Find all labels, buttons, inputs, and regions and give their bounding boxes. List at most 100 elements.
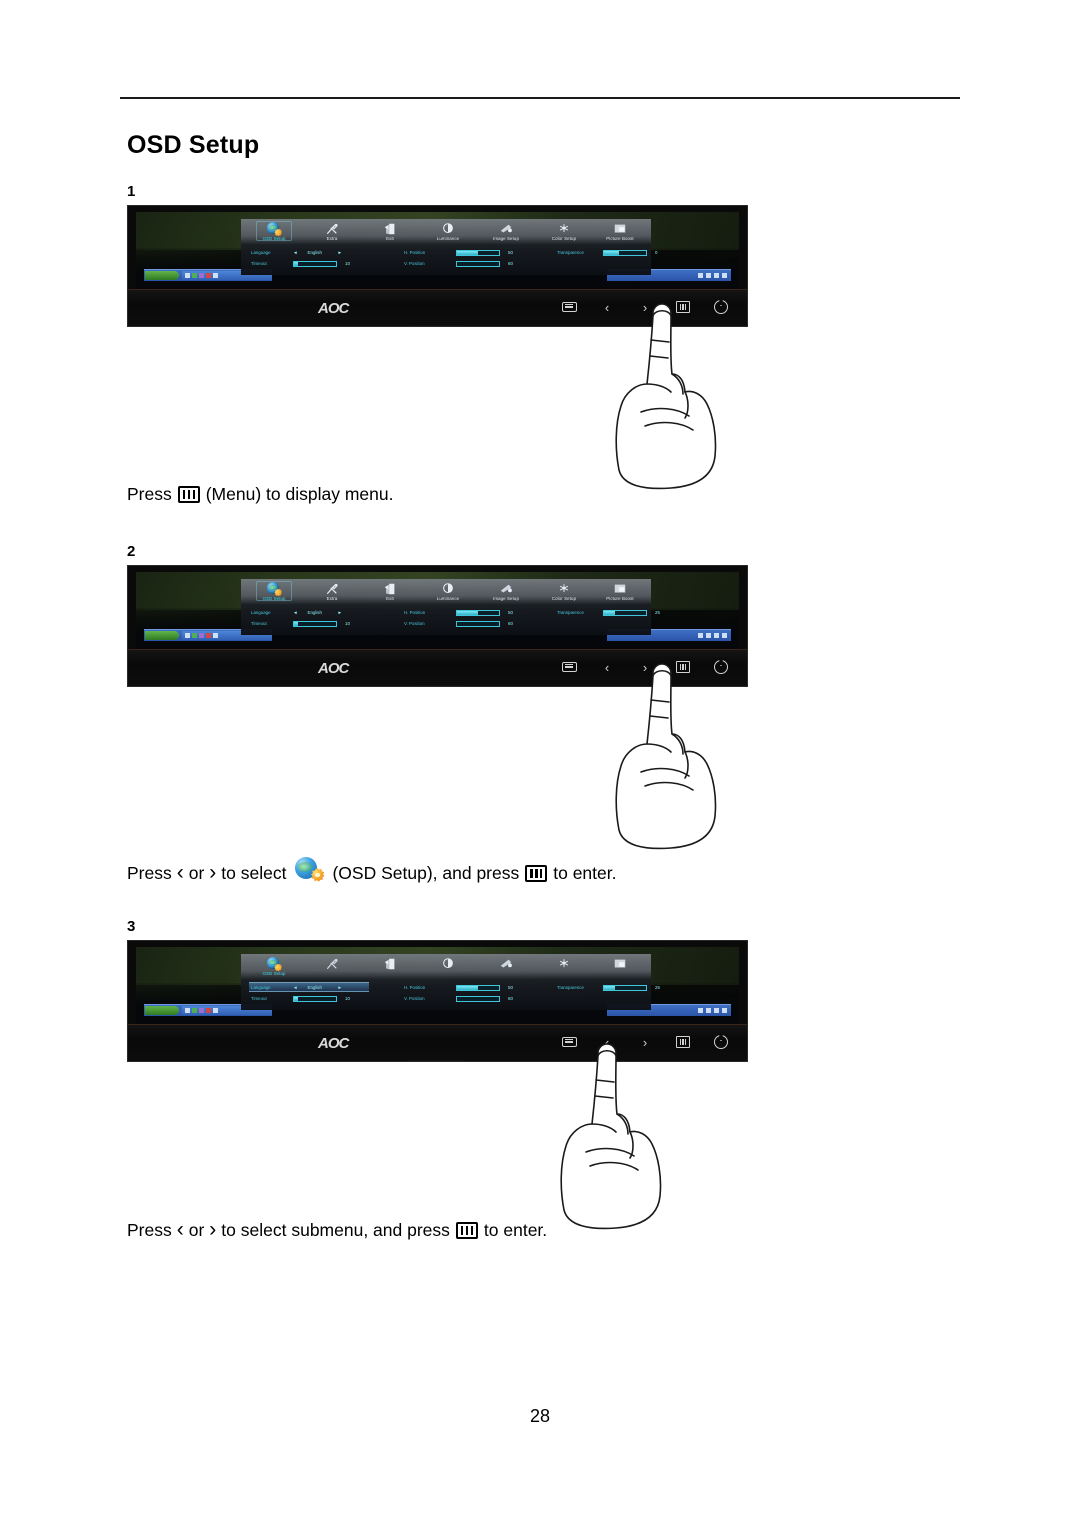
osd-setup-globe-icon [294, 857, 325, 883]
menu-button[interactable] [675, 299, 691, 315]
osd-item-label: Image Setup [493, 596, 519, 601]
v-position-slider[interactable] [456, 620, 500, 627]
osd-item-extra[interactable] [303, 956, 361, 971]
osd-item-luminance[interactable]: Luminance [419, 581, 477, 602]
row-label: Transparence [557, 610, 584, 615]
row-value: 50 [508, 250, 513, 255]
osd-item-label: Exit [386, 236, 394, 241]
row-value: 50 [508, 610, 513, 615]
osd-row-h-position[interactable]: H. Position 50 [404, 983, 513, 992]
osd-item-extra[interactable]: Extra [303, 581, 361, 602]
h-position-slider[interactable] [456, 609, 500, 616]
brightness-icon [419, 956, 477, 971]
osd-item-exit[interactable]: Exit [361, 221, 419, 242]
menu-button[interactable] [675, 1034, 691, 1050]
osd-item-osd-setup[interactable]: OSD Setup [245, 581, 303, 602]
osd-row-transparence[interactable]: Transparence 25 [557, 983, 660, 992]
monitor-stand [411, 1060, 464, 1061]
right-button[interactable]: › [637, 659, 653, 675]
left-button[interactable]: ‹ [599, 299, 615, 315]
row-value: 25 [655, 985, 660, 990]
left-button[interactable]: ‹ [599, 1034, 615, 1050]
pointing-hand-1 [585, 300, 745, 490]
osd-icon-row-2: OSD Setup Extra Exit Luminance Image Set… [241, 579, 651, 606]
osd-row-language[interactable]: Language ◄ English ► [251, 608, 342, 617]
osd-item-picture-boost[interactable]: Picture Boost [591, 221, 649, 242]
osd-item-luminance[interactable]: Luminance [419, 221, 477, 242]
menu-button[interactable] [675, 659, 691, 675]
osd-item-label: Color Setup [551, 236, 577, 241]
left-button[interactable]: ‹ [599, 659, 615, 675]
v-position-slider[interactable] [456, 995, 500, 1002]
osd-item-exit[interactable] [361, 956, 419, 971]
chevron-right-icon: › [642, 299, 648, 315]
globe-gear-icon [245, 221, 303, 237]
power-button[interactable] [713, 1034, 729, 1050]
osd-row-timeout[interactable]: Timeout 10 [251, 259, 350, 268]
osd-row-transparence[interactable]: Transparence 25 [557, 608, 660, 617]
osd-row-language[interactable]: Language ◄ English ► [251, 983, 342, 992]
monitor-stand [411, 685, 464, 686]
power-button[interactable] [713, 299, 729, 315]
osd-row-language[interactable]: Language ◄ English ► [251, 248, 342, 257]
osd-item-picture-boost[interactable] [591, 956, 649, 971]
osd-item-image-setup[interactable]: Image Setup [477, 581, 535, 602]
transparence-slider[interactable] [603, 249, 647, 256]
osd-item-osd-setup[interactable]: OSD Setup [245, 956, 303, 977]
osd-row-v-position[interactable]: V. Position 60 [404, 994, 513, 1003]
caption-text: Press [127, 484, 172, 504]
right-arrow-icon[interactable]: ► [338, 610, 343, 615]
transparence-slider[interactable] [603, 984, 647, 991]
v-position-slider[interactable] [456, 260, 500, 267]
monitor-stand [411, 325, 464, 326]
source-button[interactable] [561, 659, 577, 675]
osd-item-luminance[interactable] [419, 956, 477, 971]
osd-row-timeout[interactable]: Timeout 10 [251, 619, 350, 628]
right-arrow-icon[interactable]: ► [338, 985, 343, 990]
chevron-left-icon: ‹ [604, 299, 610, 315]
osd-row-v-position[interactable]: V. Position 60 [404, 259, 513, 268]
osd-row-transparence[interactable]: Transparence 0 [557, 248, 657, 257]
row-value: 60 [508, 261, 513, 266]
source-button[interactable] [561, 1034, 577, 1050]
osd-item-label: Image Setup [493, 236, 519, 241]
osd-item-extra[interactable]: Extra [303, 221, 361, 242]
menu-icon [676, 661, 690, 673]
row-value: 10 [345, 261, 350, 266]
caption-text: to enter. [483, 1220, 548, 1240]
left-arrow-icon[interactable]: ◄ [293, 250, 298, 255]
osd-row-h-position[interactable]: H. Position 50 [404, 608, 513, 617]
caption-text: (Menu) to display menu. [205, 484, 394, 504]
transparence-slider[interactable] [603, 609, 647, 616]
osd-item-color-setup[interactable]: Color Setup [535, 221, 593, 242]
left-arrow-icon[interactable]: ◄ [293, 610, 298, 615]
timeout-slider[interactable] [293, 620, 337, 627]
right-button[interactable]: › [637, 1034, 653, 1050]
right-arrow-icon[interactable]: ► [338, 250, 343, 255]
osd-row-timeout[interactable]: Timeout 10 [251, 994, 350, 1003]
row-value: 10 [345, 996, 350, 1001]
osd-item-image-setup[interactable]: Image Setup [477, 221, 535, 242]
caption-text: Press [127, 1220, 172, 1240]
source-button[interactable] [561, 299, 577, 315]
power-button[interactable] [713, 659, 729, 675]
chevron-left-icon: ‹ [604, 659, 610, 675]
bezel-button-row-2: ‹ › [561, 659, 729, 675]
h-position-slider[interactable] [456, 984, 500, 991]
timeout-slider[interactable] [293, 995, 337, 1002]
osd-item-exit[interactable]: Exit [361, 581, 419, 602]
osd-item-osd-setup[interactable]: OSD Setup [245, 221, 303, 242]
osd-item-picture-boost[interactable]: Picture Boost [591, 581, 649, 602]
h-position-slider[interactable] [456, 249, 500, 256]
globe-gear-icon [245, 956, 303, 972]
caption-text: Press [127, 862, 172, 883]
osd-item-label: Color Setup [551, 596, 577, 601]
osd-row-v-position[interactable]: V. Position 60 [404, 619, 513, 628]
osd-row-h-position[interactable]: H. Position 50 [404, 248, 513, 257]
osd-item-image-setup[interactable] [477, 956, 535, 971]
osd-item-color-setup[interactable] [535, 956, 593, 971]
osd-item-color-setup[interactable]: Color Setup [535, 581, 593, 602]
left-arrow-icon[interactable]: ◄ [293, 985, 298, 990]
timeout-slider[interactable] [293, 260, 337, 267]
right-button[interactable]: › [637, 299, 653, 315]
